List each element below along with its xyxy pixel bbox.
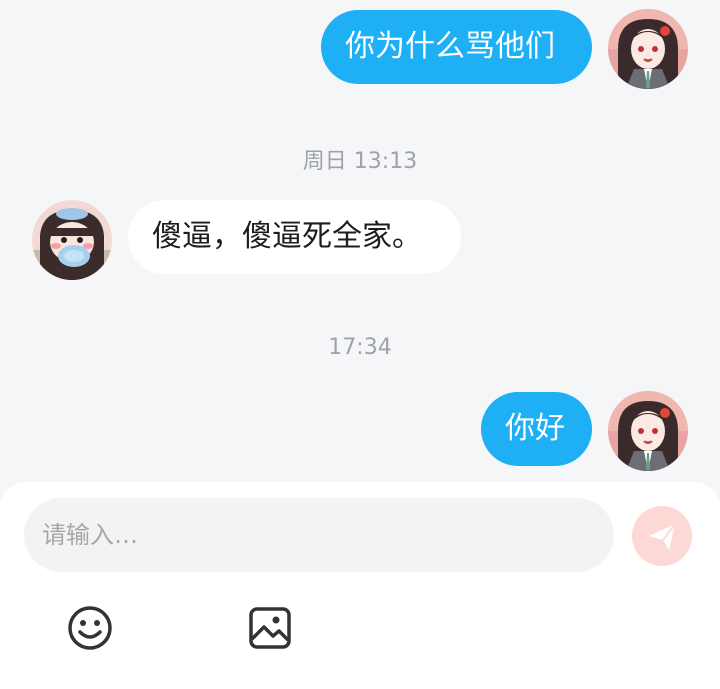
message-text: 你为什么骂他们	[345, 29, 555, 64]
outgoing-message-bubble[interactable]: 你好	[481, 392, 592, 466]
outgoing-message-bubble[interactable]: 你为什么骂他们	[321, 10, 592, 84]
message-text: 傻逼，傻逼死全家。	[152, 219, 422, 254]
paper-plane-icon	[649, 523, 676, 550]
incoming-message-bubble[interactable]: 傻逼，傻逼死全家。	[128, 200, 461, 274]
emoji-icon	[68, 606, 112, 650]
contact-avatar-image	[32, 200, 112, 280]
image-icon	[249, 607, 291, 649]
timestamp: 周日 13:13	[302, 149, 418, 174]
message-input[interactable]	[24, 498, 614, 572]
message-text: 你好	[505, 411, 565, 446]
timestamp: 17:34	[328, 335, 392, 360]
message-composer	[0, 482, 720, 689]
user-avatar[interactable]	[608, 391, 688, 471]
contact-avatar[interactable]	[32, 200, 112, 280]
message-list[interactable]: 你为什么骂他们 周日 13:13 傻逼，傻逼死全家。 17:34 你好	[0, 0, 720, 482]
send-button[interactable]	[632, 506, 692, 566]
user-avatar-image	[608, 391, 688, 471]
user-avatar[interactable]	[608, 9, 688, 89]
image-button[interactable]	[245, 603, 295, 653]
emoji-button[interactable]	[65, 603, 115, 653]
user-avatar-image	[608, 9, 688, 89]
